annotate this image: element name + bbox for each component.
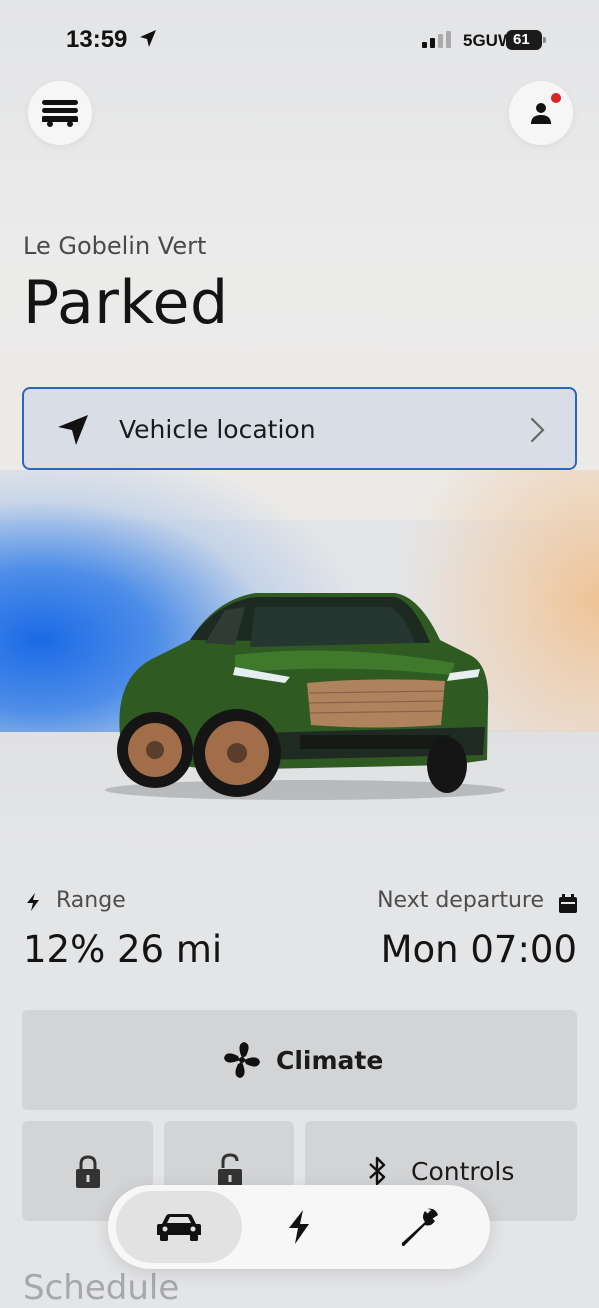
status-time: 13:59 <box>66 26 128 53</box>
controls-label: Controls <box>411 1156 515 1186</box>
range-departure-row: Range Next departure <box>23 886 578 926</box>
calendar-icon <box>559 894 577 913</box>
charge-icon <box>289 1210 309 1244</box>
schedule-heading: Schedule <box>23 1268 180 1308</box>
vehicle-status: Parked <box>23 268 229 338</box>
lock-icon <box>76 1155 100 1188</box>
location-services-icon <box>140 30 156 47</box>
battery-icon: 61 <box>506 30 546 50</box>
tab-charge[interactable] <box>236 1191 362 1263</box>
garage-menu-button[interactable] <box>28 81 92 145</box>
climate-button[interactable]: Climate <box>22 1010 577 1110</box>
range-value: 12% 26 mi <box>23 928 223 971</box>
range-label: Range <box>56 888 126 913</box>
notification-badge <box>551 93 561 103</box>
unlock-icon <box>218 1153 242 1188</box>
climate-label: Climate <box>276 1045 384 1075</box>
next-departure-value: Mon 07:00 <box>380 928 577 971</box>
vehicle-location-button[interactable]: Vehicle location <box>22 387 577 470</box>
garage-menu-icon <box>42 100 78 127</box>
signal-icon <box>422 31 451 48</box>
vehicle-location-label: Vehicle location <box>119 415 316 444</box>
profile-button[interactable] <box>509 81 573 145</box>
status-bar: 13:59 5GUW 61 <box>0 22 599 62</box>
bottom-tab-bar <box>108 1185 490 1269</box>
navigation-arrow-icon <box>58 415 88 445</box>
vehicle-image <box>105 593 505 800</box>
person-icon <box>531 103 551 124</box>
bluetooth-icon <box>369 1156 386 1186</box>
lightning-icon <box>27 893 39 911</box>
tab-vehicle[interactable] <box>116 1191 242 1263</box>
next-departure-label: Next departure <box>377 888 544 913</box>
wrench-icon <box>401 1208 438 1246</box>
chevron-right-icon <box>530 417 545 443</box>
tab-service[interactable] <box>356 1191 482 1263</box>
car-icon <box>157 1214 201 1241</box>
vehicle-name: Le Gobelin Vert <box>23 232 207 260</box>
fan-icon <box>224 1042 260 1078</box>
